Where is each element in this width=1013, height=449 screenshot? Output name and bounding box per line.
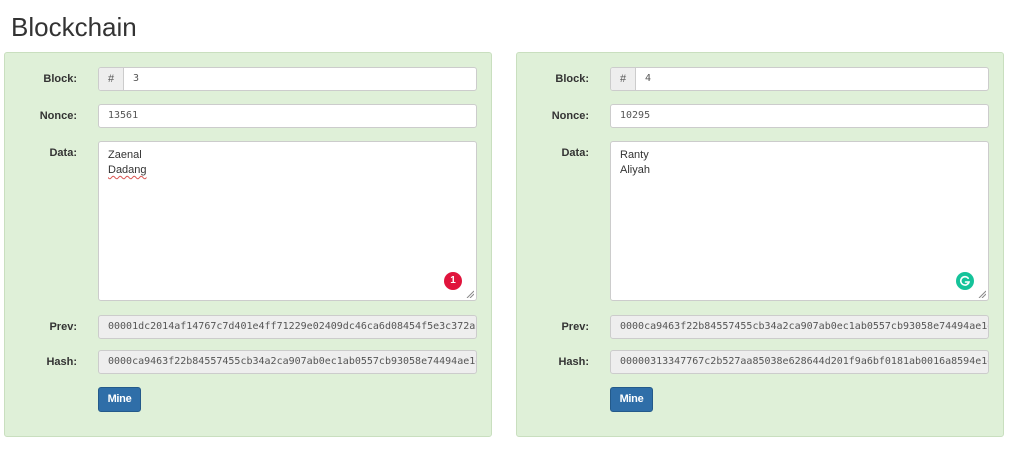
nonce-label: Nonce: <box>551 110 589 122</box>
data-line: Aliyah <box>620 164 650 176</box>
prev-label: Prev: <box>561 321 589 333</box>
block-number-value: 3 <box>133 73 140 84</box>
block-panel-2: Block: # 4 Nonce: 10295 Data: Ranty Aliy… <box>516 52 1004 437</box>
data-label: Data: <box>49 147 77 159</box>
mine-button[interactable]: Mine <box>610 387 653 412</box>
block-label: Block: <box>43 73 77 85</box>
hash-value: 0000ca9463f22b84557455cb34a2ca907ab0ec1a… <box>108 356 477 367</box>
prev-hash-field: 00001dc2014af14767c7d401e4ff71229e02409d… <box>98 315 477 339</box>
prev-hash-field: 0000ca9463f22b84557455cb34a2ca907ab0ec1a… <box>610 315 989 339</box>
hash-value: 00000313347767c2b527aa85038e628644d201f9… <box>620 356 989 367</box>
nonce-label: Nonce: <box>39 110 77 122</box>
data-line: Dadang <box>108 164 147 176</box>
hash-label: Hash: <box>558 356 589 368</box>
nonce-input[interactable]: 10295 <box>610 104 989 128</box>
grammarly-icon[interactable] <box>956 272 974 290</box>
mine-button[interactable]: Mine <box>98 387 141 412</box>
resize-handle-icon[interactable] <box>466 290 474 298</box>
data-line: Ranty <box>620 149 649 161</box>
block-label: Block: <box>555 73 589 85</box>
nonce-input[interactable]: 13561 <box>98 104 477 128</box>
nonce-value: 10295 <box>620 110 651 121</box>
resize-handle-icon[interactable] <box>978 290 986 298</box>
block-number-input[interactable]: # 4 <box>610 67 989 91</box>
nonce-value: 13561 <box>108 110 139 121</box>
hash-field: 0000ca9463f22b84557455cb34a2ca907ab0ec1a… <box>98 350 477 374</box>
grammar-alert-icon[interactable]: 1 <box>444 272 462 290</box>
hash-label: Hash: <box>46 356 77 368</box>
block-panel-1: Block: # 3 Nonce: 13561 Data: Zaenal Dad… <box>4 52 492 437</box>
prev-hash-value: 0000ca9463f22b84557455cb34a2ca907ab0ec1a… <box>620 321 989 332</box>
data-textarea[interactable]: Ranty Aliyah <box>610 141 989 301</box>
block-number-value: 4 <box>645 73 652 84</box>
prev-label: Prev: <box>49 321 77 333</box>
prev-hash-value: 00001dc2014af14767c7d401e4ff71229e02409d… <box>108 321 477 332</box>
data-line: Zaenal <box>108 149 142 161</box>
data-textarea[interactable]: Zaenal Dadang 1 <box>98 141 477 301</box>
page-title: Blockchain <box>11 12 137 42</box>
block-number-input[interactable]: # 3 <box>98 67 477 91</box>
hash-addon: # <box>611 68 636 90</box>
grammarly-g-icon <box>960 275 971 286</box>
hash-addon: # <box>99 68 124 90</box>
data-label: Data: <box>561 147 589 159</box>
hash-field: 00000313347767c2b527aa85038e628644d201f9… <box>610 350 989 374</box>
